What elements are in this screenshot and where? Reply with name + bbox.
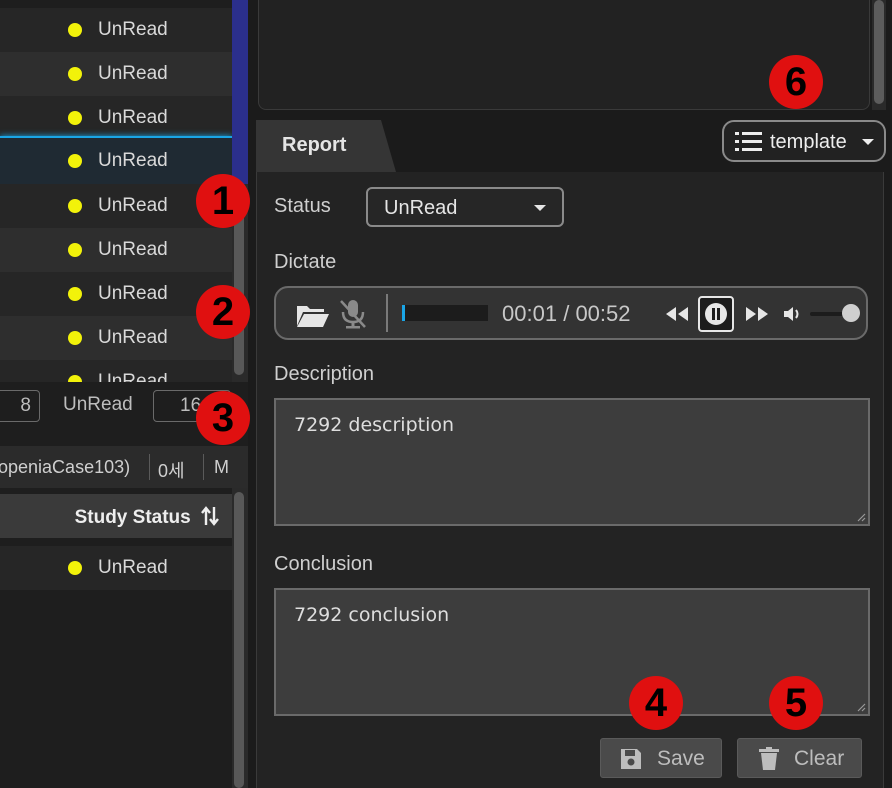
volume-slider-handle[interactable]	[842, 304, 860, 322]
playback-time: 00:01 / 00:52	[502, 301, 631, 327]
row-status: UnRead	[98, 327, 168, 348]
description-textarea[interactable]: 7292 description	[274, 398, 870, 526]
dictate-label: Dictate	[274, 251, 337, 273]
patient-info-bar: openiaCase103) 0세 M	[0, 446, 248, 488]
status-dot-icon	[68, 287, 82, 301]
resize-grip-icon[interactable]	[856, 512, 866, 522]
status-dot-icon	[68, 23, 82, 37]
study-status-header[interactable]: Study Status	[75, 505, 220, 529]
divider	[386, 294, 388, 332]
row-status: UnRead	[98, 63, 168, 84]
row-status: UnRead	[98, 195, 168, 216]
study-scrollbar-thumb[interactable]	[234, 492, 244, 788]
pause-icon	[705, 303, 727, 325]
patient-age: 0세	[158, 461, 185, 481]
save-button[interactable]: Save	[600, 738, 722, 778]
status-dot-icon	[68, 561, 82, 575]
unread-count-label: UnRead	[63, 394, 133, 415]
status-select-value: UnRead	[384, 197, 458, 219]
time-separator: /	[563, 301, 570, 326]
row-status: UnRead	[98, 107, 168, 128]
worklist-row[interactable]: UnRead	[0, 52, 232, 96]
status-select[interactable]: UnRead	[366, 187, 564, 227]
template-dropdown-button[interactable]: template	[722, 120, 886, 162]
chevron-down-icon	[534, 205, 546, 211]
worklist-row[interactable]: UnRead	[0, 8, 232, 52]
playback-progress-bar[interactable]	[402, 305, 488, 321]
patient-sex: M	[214, 457, 229, 477]
status-dot-icon	[68, 111, 82, 125]
sort-icon[interactable]	[200, 505, 220, 527]
total-time: 00:52	[575, 301, 631, 326]
save-label: Save	[657, 747, 705, 770]
study-table-header[interactable]: Study Status	[0, 494, 232, 538]
description-text: 7292 description	[294, 414, 455, 436]
app-window: UnRead UnRead UnRead UnRead UnRead UnRea…	[0, 0, 892, 788]
total-count-box: 8	[0, 390, 40, 422]
divider	[149, 454, 150, 480]
chevron-down-icon	[862, 139, 874, 145]
resize-grip-icon[interactable]	[856, 702, 866, 712]
status-dot-icon	[68, 67, 82, 81]
divider	[203, 454, 204, 480]
trash-icon	[759, 747, 779, 770]
status-dot-icon	[68, 154, 82, 168]
viewer-scrollbar-thumb[interactable]	[874, 0, 884, 104]
tab-report-label: Report	[282, 134, 347, 156]
conclusion-label: Conclusion	[274, 553, 373, 575]
conclusion-text: 7292 conclusion	[294, 604, 450, 626]
annotation-badge-4: 4	[629, 676, 683, 730]
save-icon	[621, 749, 641, 769]
study-row[interactable]: UnRead	[0, 546, 232, 590]
description-label: Description	[274, 363, 375, 385]
current-time: 00:01	[502, 301, 558, 326]
status-label: Status	[274, 195, 331, 217]
total-count-value: 8	[20, 395, 31, 416]
annotation-badge-3: 3	[196, 391, 250, 445]
folder-open-icon[interactable]	[296, 302, 330, 328]
pause-button[interactable]	[698, 296, 734, 332]
worklist-scrollbar-highlight	[232, 0, 248, 184]
fast-forward-icon[interactable]	[744, 305, 770, 323]
mic-off-icon[interactable]	[338, 298, 368, 330]
annotation-badge-5: 5	[769, 676, 823, 730]
row-status: UnRead	[98, 239, 168, 260]
row-status: UnRead	[98, 19, 168, 40]
patient-name: openiaCase103)	[0, 457, 131, 477]
worklist-row[interactable]: UnRead	[0, 96, 232, 140]
status-dot-icon	[68, 199, 82, 213]
audio-player: 00:01 / 00:52	[274, 286, 868, 340]
rewind-icon[interactable]	[664, 305, 690, 323]
status-dot-icon	[68, 375, 82, 382]
row-status: UnRead	[98, 150, 168, 171]
annotation-badge-1: 1	[196, 174, 250, 228]
status-dot-icon	[68, 243, 82, 257]
annotation-badge-2: 2	[196, 285, 250, 339]
worklist-row[interactable]: UnRead	[0, 360, 232, 382]
volume-icon[interactable]	[782, 304, 804, 324]
status-dot-icon	[68, 331, 82, 345]
template-label: template	[770, 131, 847, 153]
worklist-row-selected[interactable]: UnRead	[0, 136, 232, 186]
annotation-badge-6: 6	[769, 55, 823, 109]
clear-button[interactable]: Clear	[737, 738, 862, 778]
worklist-row[interactable]: UnRead	[0, 228, 232, 272]
row-status: UnRead	[98, 371, 168, 382]
study-row-status: UnRead	[98, 557, 168, 578]
row-status: UnRead	[98, 283, 168, 304]
clear-label: Clear	[794, 747, 845, 770]
list-icon	[735, 132, 762, 151]
